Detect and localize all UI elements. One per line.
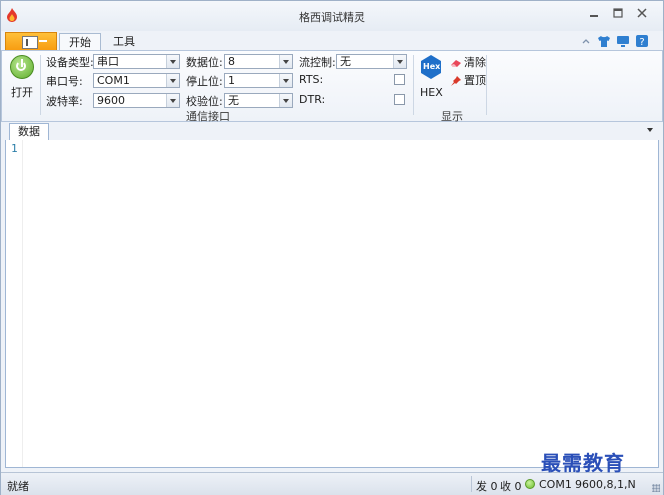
flow-control-label: 流控制: (299, 56, 336, 69)
sent-count: 发 0 (476, 480, 498, 493)
baud-combo[interactable]: 9600 (93, 93, 180, 108)
open-button-label: 打开 (11, 86, 33, 99)
maximize-button[interactable] (609, 7, 627, 23)
data-bits-label: 数据位: (186, 56, 223, 69)
close-button[interactable] (633, 7, 651, 23)
monitor-icon[interactable] (616, 33, 630, 49)
eraser-icon (451, 60, 461, 67)
skin-shirt-icon[interactable] (597, 33, 611, 49)
tab-tools[interactable]: 工具 (105, 33, 143, 51)
tab-list-dropdown-icon[interactable] (647, 128, 653, 132)
chevron-down-icon[interactable] (279, 94, 292, 107)
chevron-down-icon[interactable] (279, 74, 292, 87)
help-icon[interactable]: ? (635, 33, 649, 49)
ribbon-separator (413, 55, 414, 115)
main-window: 格西调试精灵 开始 工具 ? 打开 设备类型: 串口 串口号: COM1 波特率… (0, 0, 664, 495)
collapse-ribbon-icon[interactable] (581, 33, 591, 49)
title-bar: 格西调试精灵 (1, 1, 663, 31)
chevron-down-icon[interactable] (166, 55, 179, 68)
clear-label: 清除 (464, 56, 486, 69)
flow-control-combo[interactable]: 无 (336, 54, 407, 69)
line-number: 1 (11, 142, 18, 155)
ribbon-tab-strip: 开始 工具 ? (1, 31, 663, 52)
chevron-down-icon[interactable] (279, 55, 292, 68)
document-tab-bar: 数据 (5, 122, 659, 141)
data-editor[interactable]: 1 (5, 140, 659, 468)
rts-checkbox[interactable] (394, 74, 405, 85)
baud-value: 9600 (97, 94, 125, 107)
device-type-label: 设备类型: (46, 56, 94, 69)
status-separator (471, 476, 472, 492)
stop-bits-label: 停止位: (186, 75, 223, 88)
close-icon (637, 8, 647, 18)
ribbon-separator (486, 55, 487, 115)
clear-button[interactable]: 清除 (450, 54, 486, 70)
device-type-value: 串口 (97, 55, 119, 68)
parity-label: 校验位: (186, 95, 223, 108)
pin-top-label: 置顶 (464, 74, 486, 87)
tab-data[interactable]: 数据 (9, 123, 49, 141)
connection-led-icon (525, 479, 535, 489)
stop-bits-combo[interactable]: 1 (224, 73, 293, 88)
chevron-down-icon[interactable] (166, 94, 179, 107)
dtr-label: DTR: (299, 93, 326, 106)
ribbon-separator (40, 55, 41, 115)
resize-grip-icon[interactable] (652, 484, 660, 492)
port-label: 串口号: (46, 75, 83, 88)
status-port: COM1 (539, 478, 572, 491)
hex-badge-text: Hex (423, 62, 441, 71)
ribbon-panel: 打开 设备类型: 串口 串口号: COM1 波特率: 9600 数据位: 8 停… (1, 50, 663, 123)
chevron-down-icon[interactable] (166, 74, 179, 87)
port-value: COM1 (97, 74, 130, 87)
hex-toggle-button[interactable]: Hex HEX (418, 53, 444, 99)
port-combo[interactable]: COM1 (93, 73, 180, 88)
minimize-icon (590, 15, 598, 17)
svg-text:?: ? (639, 37, 644, 48)
chevron-down-icon[interactable] (393, 55, 406, 68)
data-bits-combo[interactable]: 8 (224, 54, 293, 69)
watermark: 最需教育 (541, 451, 625, 475)
rts-label: RTS: (299, 73, 324, 86)
pin-icon (451, 76, 461, 86)
device-type-combo[interactable]: 串口 (93, 54, 180, 69)
status-settings: 9600,8,1,N (575, 478, 636, 491)
power-icon (10, 55, 34, 79)
application-menu-button[interactable] (5, 32, 57, 51)
flow-control-value: 无 (340, 55, 351, 68)
baud-label: 波特率: (46, 95, 83, 108)
minimize-button[interactable] (585, 7, 603, 23)
stop-bits-value: 1 (228, 74, 235, 87)
parity-combo[interactable]: 无 (224, 93, 293, 108)
received-count: 收 0 (500, 480, 522, 493)
open-button[interactable]: 打开 (8, 55, 36, 105)
parity-value: 无 (228, 94, 239, 107)
document-icon (22, 36, 38, 49)
dtr-checkbox[interactable] (394, 94, 405, 105)
maximize-icon (613, 8, 623, 18)
line-number-gutter: 1 (6, 140, 23, 467)
data-bits-value: 8 (228, 55, 235, 68)
pin-top-button[interactable]: 置顶 (450, 72, 486, 88)
window-title: 格西调试精灵 (299, 11, 365, 24)
hex-label: HEX (420, 86, 443, 99)
status-ready: 就绪 (7, 480, 29, 493)
menu-dash-icon (39, 40, 47, 42)
